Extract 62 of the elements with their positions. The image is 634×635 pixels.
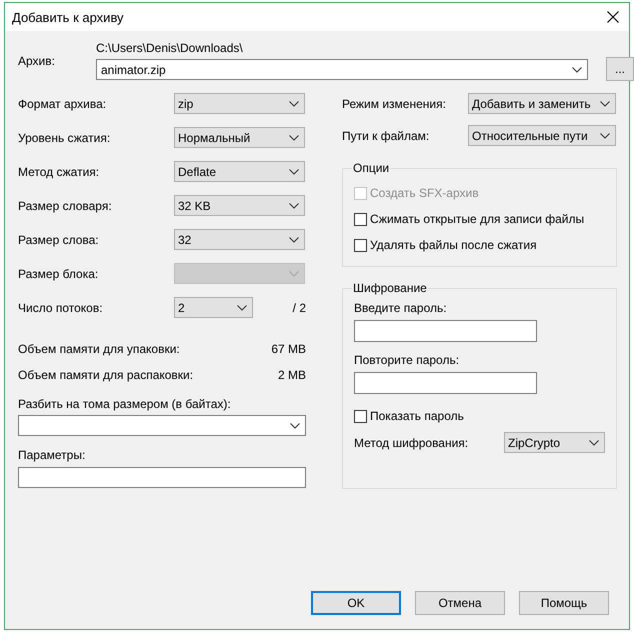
field-label: Формат архива: [18, 96, 108, 110]
dropdown[interactable]: ZipCrypto [504, 432, 605, 453]
chevron-icon [289, 100, 299, 106]
field-label: Архив: [18, 54, 56, 68]
chevron-icon [572, 66, 582, 72]
chevron-icon [589, 440, 599, 446]
chevron-icon [237, 304, 247, 310]
field-label: Уровень сжатия: [18, 130, 112, 144]
field-label: Объем памяти для упаковки: [18, 342, 180, 356]
dropdown[interactable]: Относительные пути [468, 125, 616, 146]
dialog-button[interactable]: OK [311, 591, 401, 615]
group-title: Шифрование [352, 281, 428, 295]
browse-button[interactable]: ... [606, 57, 634, 81]
chevron-icon [289, 236, 299, 242]
volume-size-combo[interactable] [18, 415, 306, 436]
field-label: Пути к файлам: [342, 128, 430, 142]
checkbox-label: Сжимать открытые для записи файлы [370, 212, 584, 226]
dropdown[interactable]: 2 [174, 297, 253, 318]
field-label: Число потоков: [18, 300, 104, 314]
chevron-icon [289, 270, 299, 276]
password-field[interactable] [354, 372, 537, 394]
chevron-icon [289, 134, 299, 140]
field-label: Разбить на тома размером (в байтах): [18, 397, 232, 411]
field-label: Объем памяти для распаковки: [18, 368, 194, 382]
group-title: Опции [352, 161, 390, 175]
chevron-icon [290, 422, 300, 428]
field-label: Размер блока: [18, 266, 100, 280]
dropdown[interactable]: 32 [174, 229, 305, 250]
dropdown[interactable]: Deflate [174, 161, 305, 182]
thread-count: / 2 [292, 300, 306, 314]
field-label: Метод шифрования: [354, 436, 468, 450]
checkbox-label: Показать пароль [370, 409, 464, 423]
checkbox-label: Создать SFX-архив [370, 186, 479, 200]
field-label: Параметры: [18, 448, 86, 462]
memory-value: 2 MB [278, 368, 306, 382]
chevron-icon [600, 132, 610, 138]
checkbox-label: Удалять файлы после сжатия [370, 238, 537, 252]
chevron-icon [289, 202, 299, 208]
field-label: Повторите пароль: [354, 353, 460, 367]
dropdown[interactable]: Нормальный [174, 127, 305, 148]
dialog-button[interactable]: Отмена [415, 591, 505, 615]
field-label: Введите пароль: [354, 301, 448, 315]
checkbox[interactable] [354, 238, 367, 252]
field-label: Размер словаря: [18, 198, 113, 212]
dropdown[interactable]: Добавить и заменить [468, 93, 616, 114]
folder-path: C:\Users\Denis\Downloads\ [96, 41, 244, 55]
field-label: Размер слова: [18, 232, 100, 246]
dropdown[interactable]: 32 KB [174, 195, 305, 216]
archive-name-combo[interactable]: animator.zip [96, 59, 588, 80]
memory-value: 67 MB [271, 342, 306, 356]
field-label: Метод сжатия: [18, 164, 100, 178]
dropdown[interactable]: zip [174, 93, 305, 114]
parameters-field[interactable] [18, 467, 306, 488]
chevron-icon [289, 168, 299, 174]
window-title: Добавить к архиву [12, 10, 124, 24]
field-label: Режим изменения: [342, 96, 447, 110]
dialog-button[interactable]: Помощь [519, 591, 609, 615]
checkbox[interactable] [354, 212, 367, 226]
password-field[interactable] [354, 320, 537, 342]
checkbox[interactable] [354, 410, 367, 422]
close-icon[interactable] [607, 11, 619, 23]
chevron-icon [600, 100, 610, 106]
